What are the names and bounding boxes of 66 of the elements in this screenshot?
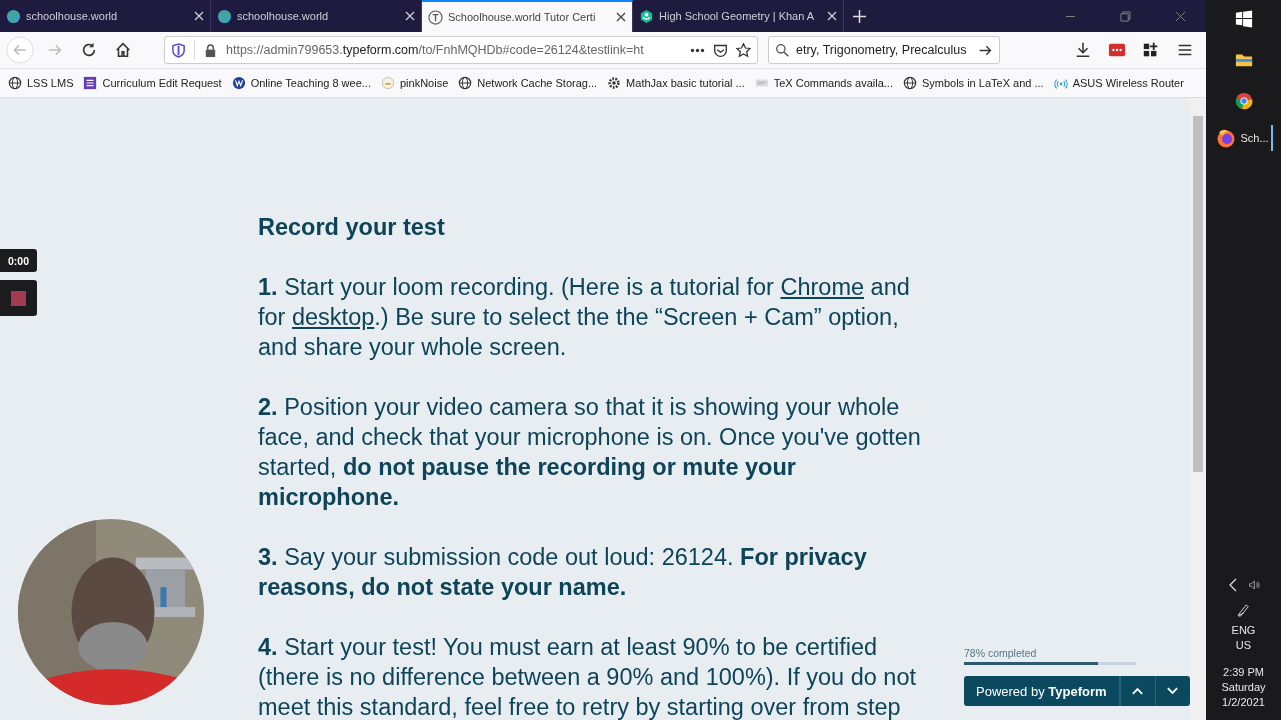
lock-icon	[203, 42, 218, 58]
stop-recording-button[interactable]	[0, 280, 37, 316]
home-icon[interactable]	[114, 41, 132, 59]
tab-title: schoolhouse.world	[26, 10, 119, 22]
speaker-icon[interactable]	[1248, 578, 1261, 592]
hexagon-icon	[639, 8, 654, 24]
recording-timer: 0:00	[0, 249, 37, 272]
search-icon	[775, 42, 790, 58]
windows-start-icon[interactable]	[1234, 10, 1253, 28]
shield-icon	[171, 42, 186, 58]
progress-label: 78% completed	[964, 647, 1037, 659]
language-indicator[interactable]: ENG US	[1231, 623, 1256, 653]
address-bar[interactable]: https://admin799653.typeform.com/to/FnhMQHDb#code=26124&testlink=ht	[164, 36, 758, 64]
pocket-icon[interactable]	[713, 42, 728, 58]
stop-icon	[11, 290, 26, 306]
globe-icon	[6, 8, 21, 24]
globe-icon	[8, 76, 22, 90]
browser-tab[interactable]: High School Geometry | Khan A	[633, 0, 844, 32]
reload-icon[interactable]	[80, 41, 98, 59]
globe-icon	[902, 76, 917, 90]
bookmark[interactable]: Curriculum Edit Request	[83, 76, 222, 90]
tab-title: High School Geometry | Khan A	[659, 10, 816, 22]
scrollbar[interactable]	[1190, 98, 1206, 720]
tab-title: Schoolhouse.world Tutor Certi	[448, 11, 597, 23]
instruction-paragraph: 4. Start your test! You must earn at least 90% to be certified (there is no difference between a 90% and 100%). If you do not meet this standard, feel free to retry by starting over from step	[258, 633, 917, 720]
bookmark[interactable]: pinkNoise	[380, 76, 449, 90]
instruction-paragraph: 2. Position your video camera so that it is showing your whole face, and check that your microphone is on. Once you've gotten started, do not pause the recording or mute your microphone.	[258, 393, 922, 512]
chevron-up-icon	[1131, 686, 1145, 696]
circle-icon	[380, 76, 395, 90]
chevron-down-icon	[1166, 686, 1180, 696]
globe-icon	[217, 8, 232, 24]
bookmark[interactable]: Online Teaching 8 wee...	[231, 76, 371, 90]
clock[interactable]: 2:39 PM Saturday 1/2/2021	[1221, 665, 1266, 710]
list-icon	[83, 76, 98, 90]
bookmark[interactable]: Symbols in LaTeX and ...	[902, 76, 1044, 90]
search-field[interactable]: etry, Trigonometry, Precalculus	[768, 36, 1000, 64]
browser-tab[interactable]: Schoolhouse.world Tutor Certi	[422, 0, 633, 32]
tutorial-link[interactable]: Chrome	[780, 274, 865, 300]
bookmark[interactable]: Network Cache Storag...	[458, 76, 598, 90]
section-heading: Record your test	[258, 213, 445, 242]
browser-tab[interactable]: schoolhouse.world	[0, 0, 211, 32]
restore-icon[interactable]	[1120, 10, 1131, 22]
star-icon[interactable]	[736, 42, 751, 58]
tutorial-link[interactable]: desktop	[291, 304, 375, 330]
bookmark[interactable]: LSS LMS	[8, 76, 74, 90]
w-logo-icon	[231, 76, 246, 90]
instruction-paragraph: 3. Say your submission code out loud: 26124. For privacy reasons, do not state your name.	[258, 543, 868, 602]
extensions-icon[interactable]	[1142, 41, 1160, 59]
bookmark[interactable]: MathJax basic tutorial ...	[607, 76, 745, 90]
globe-icon	[458, 76, 473, 90]
instruction-paragraph: 1. Start your loom recording. (Here is a tutorial for Chrome and for desktop.) Be sure to select the the “Screen + Cam” option, and share your whole screen.	[258, 273, 911, 362]
bookmark[interactable]: TeX Commands availa...	[754, 76, 893, 90]
new-tab-icon[interactable]	[853, 9, 866, 23]
download-icon[interactable]	[1074, 41, 1092, 59]
fox-logo-icon	[1216, 128, 1237, 148]
scrollbar-thumb[interactable]	[1193, 116, 1203, 472]
taskbar-app[interactable]: Sch...	[1214, 125, 1273, 151]
close-icon[interactable]	[616, 12, 626, 22]
pen-icon[interactable]	[1236, 602, 1251, 617]
tab-title: schoolhouse.world	[237, 10, 330, 22]
letter-t-icon	[428, 9, 443, 25]
gear-icon	[607, 76, 622, 90]
chrome-icon[interactable]	[1234, 92, 1253, 110]
url-text: https://admin799653.typeform.com/to/FnhMQHDb#code=26124&testlink=ht	[226, 43, 645, 57]
wifi-icon	[1053, 76, 1068, 90]
bookmark[interactable]: ASUS Wireless Router	[1053, 76, 1184, 90]
